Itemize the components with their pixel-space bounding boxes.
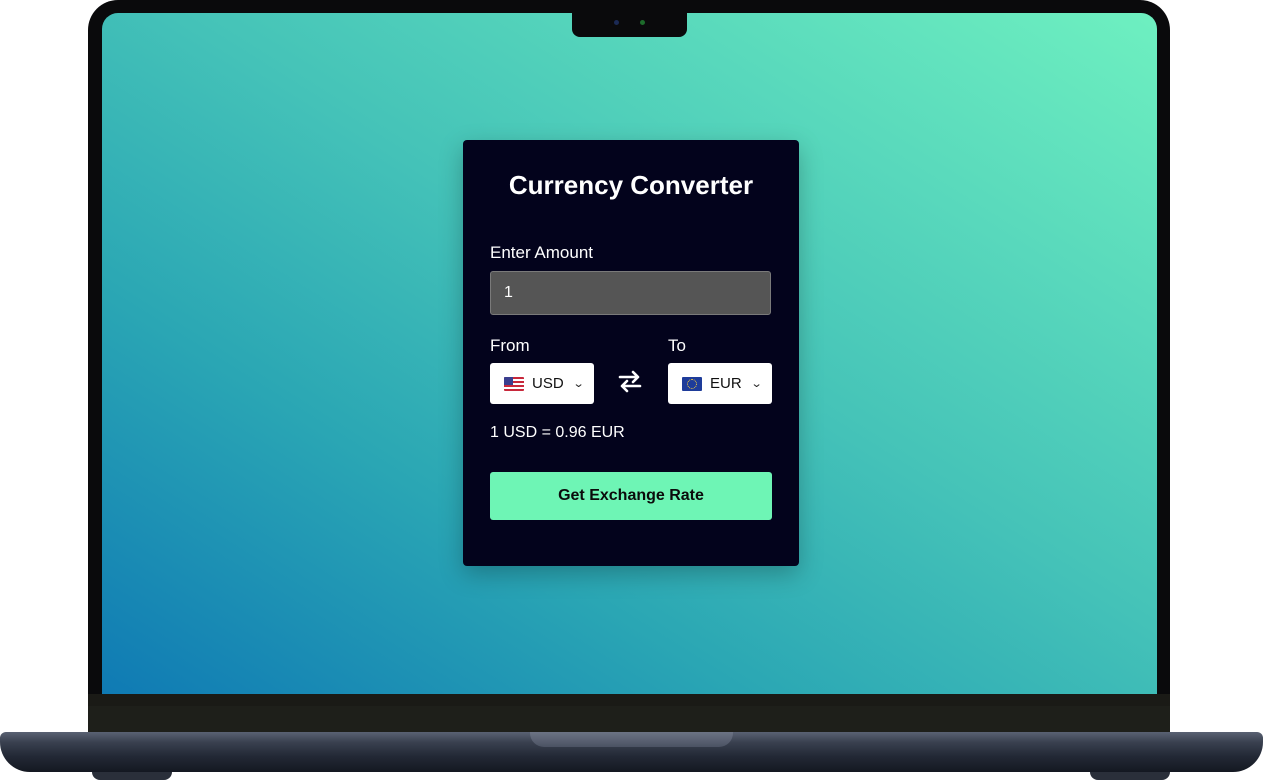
converter-card: Currency Converter Enter Amount From To … <box>463 140 799 566</box>
laptop-foot-right <box>1090 772 1170 780</box>
us-flag-icon <box>504 376 524 391</box>
to-currency-select[interactable]: EUR ⌄ <box>668 363 772 404</box>
camera-led-icon <box>640 20 645 25</box>
camera-icon <box>614 20 619 25</box>
camera-notch <box>572 10 687 37</box>
from-label: From <box>490 336 530 355</box>
to-currency-value: EUR <box>710 375 742 392</box>
laptop-foot-left <box>92 772 172 780</box>
to-label: To <box>668 336 686 355</box>
laptop-mockup: Currency Converter Enter Amount From To … <box>0 0 1263 782</box>
get-exchange-rate-button[interactable]: Get Exchange Rate <box>490 472 772 520</box>
page-title: Currency Converter <box>508 170 754 200</box>
from-currency-value: USD <box>532 375 564 392</box>
from-currency-select[interactable]: USD ⌄ <box>490 363 594 404</box>
eu-flag-icon <box>682 376 702 391</box>
amount-input[interactable] <box>490 271 771 315</box>
exchange-rate-text: 1 USD = 0.96 EUR <box>490 424 625 441</box>
swap-arrows-icon[interactable] <box>617 369 643 393</box>
trackpad-notch <box>530 732 733 747</box>
amount-label: Enter Amount <box>490 243 594 262</box>
chevron-down-icon: ⌄ <box>750 378 763 390</box>
hinge <box>88 706 1170 732</box>
chevron-down-icon: ⌄ <box>572 378 585 390</box>
